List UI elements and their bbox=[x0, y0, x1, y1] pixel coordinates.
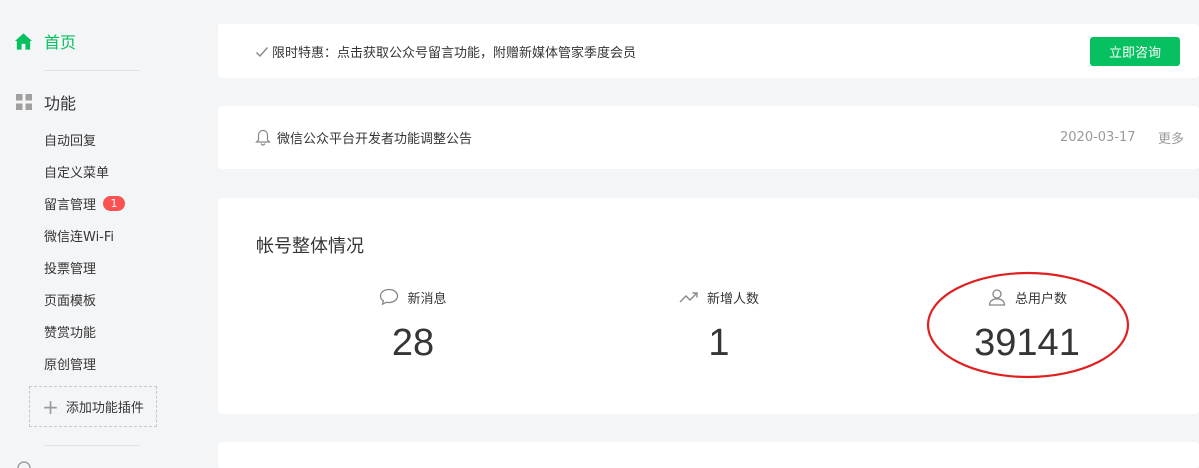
sidebar-item-label: 原创管理 bbox=[44, 357, 97, 373]
sidebar-item-comment-management[interactable]: 留言管理 1 bbox=[44, 193, 126, 213]
stat-label: 新增人数 bbox=[706, 291, 759, 307]
stat-new-messages[interactable]: 新消息 28 bbox=[313, 288, 513, 363]
promo-message[interactable]: 限时特惠：点击获取公众号留言功能，附赠新媒体管家季度会员 bbox=[255, 42, 636, 61]
sidebar-item-auto-reply[interactable]: 自动回复 bbox=[44, 129, 96, 149]
stat-value: 1 bbox=[708, 322, 730, 364]
stat-label-row: 新消息 bbox=[313, 288, 513, 307]
notice-card: 微信公众平台开发者功能调整公告 2020-03-17 更多 bbox=[218, 106, 1199, 169]
trend-up-icon bbox=[679, 292, 698, 303]
app-root: 首页 功能 自动回复 自定义菜单 留言管理 1 微信连Wi-Fi 投票管理 页面… bbox=[0, 0, 1199, 468]
stat-label-row: 新增人数 bbox=[619, 288, 819, 307]
promo-text: 限时特惠：点击获取公众号留言功能，附赠新媒体管家季度会员 bbox=[272, 46, 637, 61]
grid-icon bbox=[16, 94, 32, 110]
consult-now-button[interactable]: 立即咨询 bbox=[1090, 37, 1180, 66]
account-overview: 帐号整体情况 新消息 28 新增人数 1 总用户数 39141 bbox=[218, 198, 1199, 414]
sidebar-divider bbox=[44, 445, 140, 446]
notice-title: 微信公众平台开发者功能调整公告 bbox=[277, 132, 473, 147]
more-link[interactable]: 更多 bbox=[1158, 128, 1184, 147]
bell-icon bbox=[255, 129, 271, 146]
sidebar-divider bbox=[44, 70, 140, 71]
sidebar-item-label: 页面模板 bbox=[44, 293, 97, 309]
sidebar-item-original-management[interactable]: 原创管理 bbox=[44, 353, 96, 373]
sidebar-item-vote-management[interactable]: 投票管理 bbox=[44, 257, 96, 277]
sidebar-home[interactable]: 首页 bbox=[14, 30, 76, 52]
sidebar-home-label: 首页 bbox=[44, 33, 77, 52]
sidebar-item-page-template[interactable]: 页面模板 bbox=[44, 289, 96, 309]
sidebar-item-label: 自动回复 bbox=[44, 133, 97, 149]
chat-bubble-icon bbox=[380, 288, 399, 306]
next-card bbox=[218, 442, 1199, 468]
home-icon bbox=[14, 32, 33, 50]
sidebar-item-label: 投票管理 bbox=[44, 261, 97, 277]
overview-title: 帐号整体情况 bbox=[256, 236, 364, 257]
promo-banner: 限时特惠：点击获取公众号留言功能，附赠新媒体管家季度会员 立即咨询 bbox=[218, 24, 1199, 78]
stat-new-followers[interactable]: 新增人数 1 bbox=[619, 288, 819, 363]
sidebar-item-label: 微信连Wi-Fi bbox=[44, 229, 115, 245]
stat-label-row: 总用户数 bbox=[927, 288, 1127, 307]
partial-icon bbox=[17, 461, 31, 468]
sidebar-item-label: 赞赏功能 bbox=[44, 325, 97, 341]
sidebar-section-label: 功能 bbox=[44, 94, 77, 113]
sidebar-item-label: 自定义菜单 bbox=[44, 165, 110, 181]
stat-value: 28 bbox=[391, 322, 435, 364]
notice-date: 2020-03-17 bbox=[1060, 130, 1136, 145]
sidebar-section-features[interactable]: 功能 bbox=[16, 91, 76, 113]
unread-badge: 1 bbox=[103, 195, 126, 211]
stat-value: 39141 bbox=[974, 322, 1080, 364]
stat-label: 总用户数 bbox=[1014, 291, 1067, 307]
user-icon bbox=[988, 289, 1006, 306]
sidebar-item-appreciation[interactable]: 赞赏功能 bbox=[44, 321, 96, 341]
sidebar: 首页 功能 自动回复 自定义菜单 留言管理 1 微信连Wi-Fi 投票管理 页面… bbox=[0, 0, 218, 468]
sidebar-item-label: 留言管理 bbox=[44, 197, 97, 213]
sidebar-item-wifi[interactable]: 微信连Wi-Fi bbox=[44, 225, 114, 245]
stat-total-users[interactable]: 总用户数 39141 bbox=[927, 288, 1127, 363]
add-plugin-label: 添加功能插件 bbox=[65, 401, 144, 416]
plus-icon: + bbox=[42, 394, 59, 419]
sidebar-item-custom-menu[interactable]: 自定义菜单 bbox=[44, 161, 109, 181]
stat-label: 新消息 bbox=[407, 291, 447, 307]
add-plugin-button[interactable]: + 添加功能插件 bbox=[29, 386, 157, 427]
notice-link[interactable]: 微信公众平台开发者功能调整公告 bbox=[255, 128, 472, 147]
check-icon bbox=[256, 46, 269, 57]
